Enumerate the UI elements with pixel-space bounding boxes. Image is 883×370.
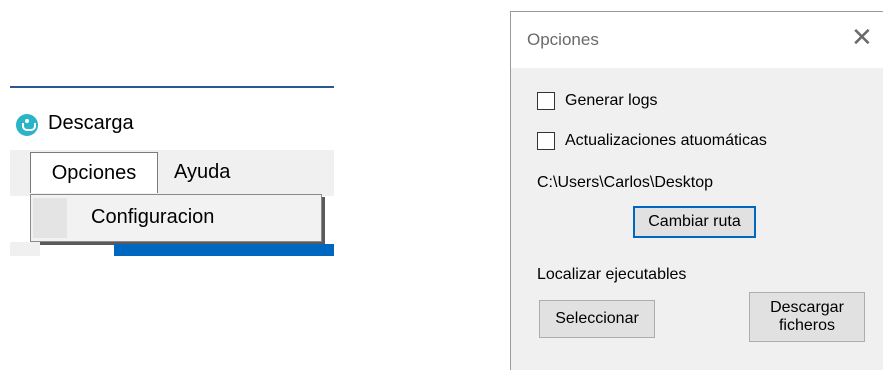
locate-executables-label: Localizar ejecutables [537,266,687,283]
background-panel [10,242,40,256]
app-title: Descarga [48,112,134,134]
close-icon[interactable]: ✕ [851,24,873,50]
dialog-title: Opciones [527,30,599,49]
select-button[interactable]: Seleccionar [539,300,655,338]
menu-item-configuracion[interactable]: Configuracion [91,195,214,241]
app-download-icon [16,114,38,136]
dialog-titlebar: Opciones ✕ [511,12,883,68]
app-window: Descarga Opciones Ayuda Configuracion [10,86,334,256]
auto-updates-checkbox[interactable] [537,132,555,150]
menu-opciones[interactable]: Opciones [30,152,158,193]
app-titlebar: Descarga [10,88,334,148]
dropdown-icon-gutter [33,198,67,238]
menu-bar: Opciones Ayuda [10,150,334,196]
download-button-line1: Descargar [770,299,844,316]
menu-ayuda[interactable]: Ayuda [164,150,240,194]
generar-logs-label: Generar logs [565,92,658,109]
auto-updates-label: Actualizaciones atuomáticas [565,132,767,149]
selected-row-highlight [114,244,334,256]
opciones-dropdown: Configuracion [30,194,322,242]
download-files-button[interactable]: Descargar ficheros [749,292,865,342]
current-path-label: C:\Users\Carlos\Desktop [537,174,714,191]
options-dialog: Opciones ✕ Generar logs Actualizaciones … [510,11,883,370]
download-button-line2: ficheros [778,317,836,334]
change-path-button[interactable]: Cambiar ruta [633,206,756,238]
generar-logs-checkbox[interactable] [537,92,555,110]
